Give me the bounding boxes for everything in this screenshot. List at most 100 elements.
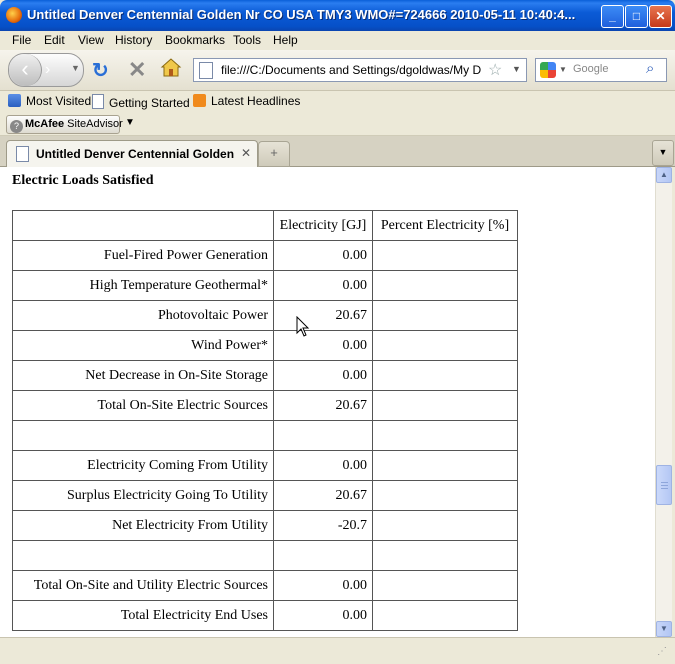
table-cell — [273, 540, 373, 571]
bookmark-star-icon[interactable]: ☆ — [488, 60, 502, 80]
table-row: Net Decrease in On-Site Storage 0.00 — [12, 360, 518, 391]
table-cell — [372, 600, 518, 631]
question-icon: ? — [10, 120, 23, 133]
menu-history[interactable]: History — [115, 33, 152, 47]
table-row: Electricity Coming From Utility 0.00 — [12, 450, 518, 481]
table-header-row: Electricity [GJ] Percent Electricity [%] — [12, 210, 518, 241]
page-icon — [92, 94, 104, 109]
table-cell: 0.00 — [273, 360, 373, 391]
table-cell — [372, 450, 518, 481]
table-cell: Total On-Site and Utility Electric Sourc… — [12, 570, 274, 601]
stop-icon[interactable]: ✕ — [128, 57, 146, 83]
table-cell — [372, 510, 518, 541]
maximize-button[interactable]: □ — [625, 5, 648, 28]
new-tab-button[interactable]: + — [258, 141, 290, 167]
table-cell: 20.67 — [273, 300, 373, 331]
minimize-button[interactable]: _ — [601, 5, 624, 28]
table-row: Surplus Electricity Going To Utility 20.6… — [12, 480, 518, 511]
table-cell — [12, 540, 274, 571]
menu-edit[interactable]: Edit — [44, 33, 65, 47]
history-dropdown-icon[interactable]: ▼ — [71, 63, 80, 73]
table-cell: Wind Power* — [12, 330, 274, 361]
electric-loads-table: Electricity [GJ] Percent Electricity [%] F… — [12, 210, 518, 631]
scroll-down-button[interactable]: ▼ — [656, 621, 672, 637]
table-cell: 20.67 — [273, 480, 373, 511]
page-content: Electric Loads Satisfied Electricity [GJ… — [0, 167, 655, 637]
tab-strip: Untitled Denver Centennial Golden N... ✕… — [0, 136, 675, 167]
table-cell — [372, 480, 518, 511]
grip-line — [661, 488, 668, 489]
table-cell: 0.00 — [273, 330, 373, 361]
title-bar[interactable]: Untitled Denver Centennial Golden Nr CO … — [0, 0, 675, 31]
section-heading: Electric Loads Satisfied — [12, 173, 154, 188]
reload-icon[interactable]: ↻ — [92, 58, 109, 83]
siteadvisor-label: SiteAdvisor — [64, 118, 123, 130]
table-cell — [12, 420, 274, 451]
table-cell: 0.00 — [273, 600, 373, 631]
table-row: Net Electricity From Utility -20.7 — [12, 510, 518, 541]
tab-active[interactable]: Untitled Denver Centennial Golden N... ✕ — [6, 140, 258, 167]
table-row — [12, 540, 518, 571]
table-cell — [372, 270, 518, 301]
page-icon — [16, 146, 29, 162]
mcafee-label: McAfee — [25, 118, 65, 130]
table-row: Total On-Site Electric Sources 20.67 — [12, 390, 518, 421]
bookmark-most-visited[interactable]: Most Visited — [8, 94, 91, 108]
table-cell: -20.7 — [273, 510, 373, 541]
back-arrow-icon: ‹ — [21, 56, 29, 81]
menu-tools[interactable]: Tools — [233, 33, 261, 47]
forward-button[interactable]: › — [45, 61, 50, 79]
table-cell: Total Electricity End Uses — [12, 600, 274, 631]
table-cell: Net Electricity From Utility — [12, 510, 274, 541]
google-engine-icon[interactable] — [540, 62, 556, 78]
menu-file[interactable]: File — [12, 33, 31, 47]
mcafee-toolbar: ? McAfee SiteAdvisor ▼ — [0, 113, 675, 136]
resize-grip-icon[interactable]: ⋰ — [657, 646, 667, 657]
scroll-up-button[interactable]: ▲ — [656, 167, 672, 183]
bookmark-label: Latest Headlines — [211, 94, 301, 108]
firefox-icon — [6, 7, 22, 23]
search-icon[interactable]: ⌕ — [646, 60, 654, 77]
table-row: Fuel-Fired Power Generation 0.00 — [12, 240, 518, 271]
mcafee-siteadvisor-button[interactable]: ? McAfee SiteAdvisor — [6, 115, 123, 134]
url-dropdown-icon[interactable]: ▼ — [512, 64, 521, 74]
table-header-cell: Electricity [GJ] — [273, 210, 373, 241]
search-input[interactable]: Google — [573, 63, 608, 75]
home-icon[interactable] — [160, 57, 182, 79]
search-box[interactable]: ▼ Google ⌕ — [535, 58, 667, 82]
bookmark-latest-headlines[interactable]: Latest Headlines — [193, 94, 300, 108]
menu-view[interactable]: View — [78, 33, 104, 47]
grip-line — [661, 485, 668, 486]
table-row: Total On-Site and Utility Electric Sourc… — [12, 570, 518, 601]
table-cell — [372, 300, 518, 331]
engine-dropdown-icon[interactable]: ▼ — [559, 65, 567, 74]
table-cell: 20.67 — [273, 390, 373, 421]
table-cell — [372, 390, 518, 421]
table-cell: 0.00 — [273, 240, 373, 271]
scroll-thumb[interactable] — [656, 465, 672, 505]
bookmark-label: Getting Started — [109, 96, 190, 110]
back-button[interactable]: ‹ — [9, 54, 42, 86]
mcafee-dropdown-icon[interactable]: ▼ — [125, 117, 135, 128]
table-cell: High Temperature Geothermal* — [12, 270, 274, 301]
grip-line — [661, 482, 668, 483]
plus-icon: + — [270, 145, 278, 160]
table-cell: 0.00 — [273, 570, 373, 601]
tab-close-icon[interactable]: ✕ — [241, 146, 251, 160]
menu-bookmarks[interactable]: Bookmarks — [165, 33, 225, 47]
close-button[interactable]: ✕ — [649, 5, 672, 28]
forward-arrow-icon: › — [45, 61, 51, 78]
table-cell — [372, 240, 518, 271]
table-cell — [372, 540, 518, 571]
table-cell — [273, 420, 373, 451]
url-input[interactable]: file:///C:/Documents and Settings/dgoldw… — [221, 63, 481, 77]
tab-list-button[interactable]: ▼ — [652, 140, 674, 166]
address-bar[interactable]: file:///C:/Documents and Settings/dgoldw… — [193, 58, 527, 82]
back-forward-group: ‹ › ▼ — [8, 53, 84, 87]
bookmark-getting-started[interactable]: Getting Started — [92, 94, 190, 110]
table-cell: 0.00 — [273, 270, 373, 301]
table-header-cell — [12, 210, 274, 241]
table-cell — [372, 570, 518, 601]
vertical-scrollbar[interactable]: ▲ ▼ — [655, 167, 672, 637]
menu-help[interactable]: Help — [273, 33, 298, 47]
